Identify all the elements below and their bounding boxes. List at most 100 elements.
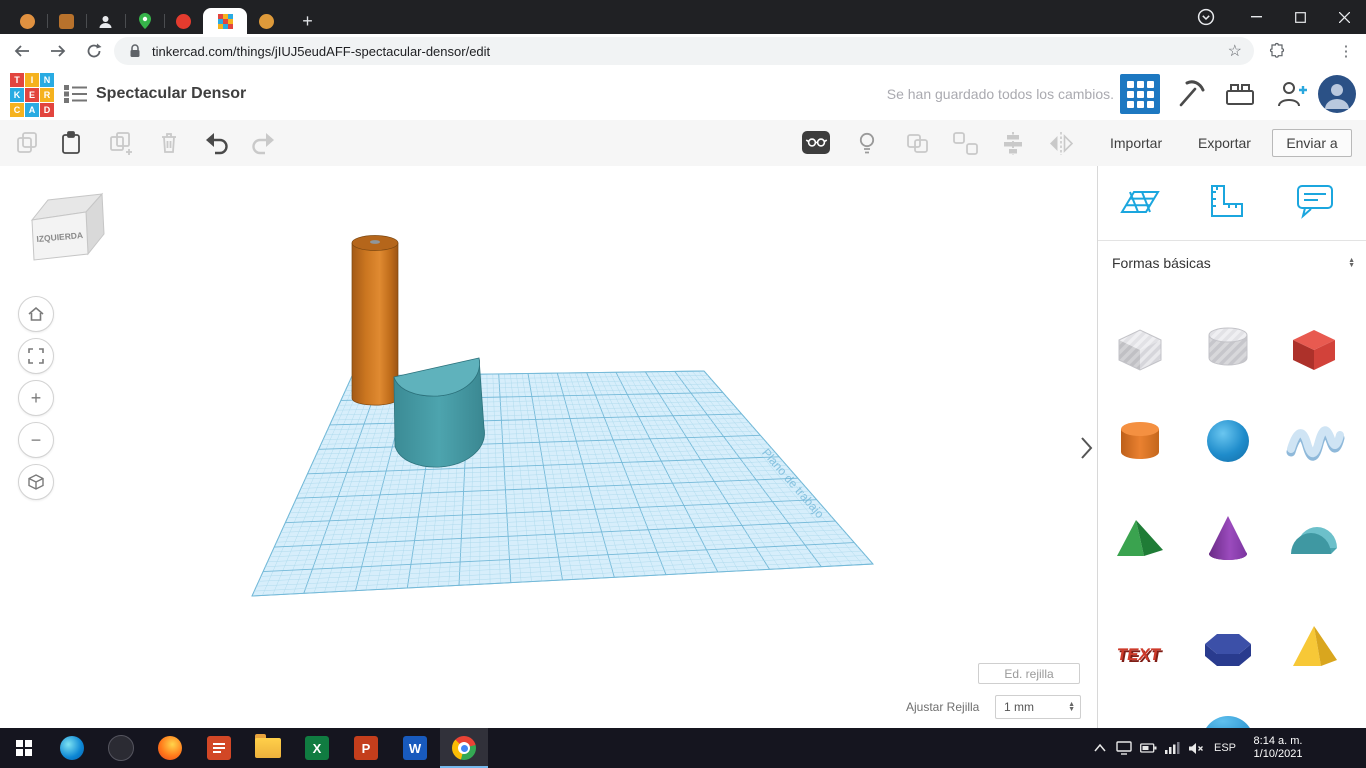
shape-half-cylinder-teal-3d[interactable] [393,357,485,468]
address-bar[interactable]: tinkercad.com/things/jIUJ5eudAFF-spectac… [114,37,1254,65]
bookmark-star-icon[interactable]: ☆ [1228,41,1242,61]
forward-button[interactable] [44,37,72,65]
viewport-3d[interactable]: Plano de trabajo IZQUIERDA + − Ed. rejil… [0,166,1097,728]
logo-letter: C [10,103,24,117]
taskbar-app-dark[interactable] [97,728,145,768]
taskbar-app-file-explorer[interactable] [244,728,292,768]
browser-tab[interactable] [8,8,47,34]
shape-scribble[interactable] [1281,408,1347,474]
shape-box-red[interactable] [1281,314,1347,380]
shape-polygon-navy[interactable] [1195,616,1261,682]
browser-tab[interactable] [47,8,86,34]
browser-tab-active[interactable] [203,8,247,34]
blocks-view-button[interactable] [1120,74,1160,114]
view-cube[interactable]: IZQUIERDA [26,190,112,272]
tray-expand-icon[interactable] [1088,728,1112,768]
shape-half-sphere-blue[interactable] [1195,706,1261,728]
account-avatar[interactable] [1318,75,1356,113]
shape-category-dropdown[interactable]: Formas básicas ▲ ▼ [1098,240,1366,285]
align-icon[interactable] [998,128,1028,158]
shape-cylinder-orange[interactable] [1107,408,1173,474]
shape-pyramid-yellow[interactable] [1281,616,1347,682]
snap-grid-value: 1 mm [1004,700,1034,714]
tray-volume-muted-icon[interactable] [1184,728,1208,768]
refresh-button[interactable] [80,37,108,65]
start-button[interactable] [0,728,48,768]
shape-round-roof-teal[interactable] [1281,506,1347,572]
taskbar-app-excel[interactable]: X [293,728,341,768]
taskbar-app-firefox[interactable] [146,728,194,768]
brick-icon[interactable] [1224,80,1256,108]
tray-network-icon[interactable] [1160,728,1184,768]
maximize-button[interactable] [1278,0,1322,34]
zoom-in-button[interactable]: + [18,380,54,416]
minimize-button[interactable] [1234,0,1278,34]
redo-icon[interactable] [248,128,278,158]
taskbar-app-chrome-active[interactable] [440,728,488,768]
logo-letter: D [40,103,54,117]
tray-display-icon[interactable] [1112,728,1136,768]
shape-text-red[interactable]: TEXT TEXT [1107,616,1173,682]
duplicate-icon[interactable] [106,128,136,158]
firefox-icon [158,736,182,760]
paste-icon[interactable] [56,128,86,158]
shape-roof-green[interactable] [1107,506,1173,572]
mirror-icon[interactable] [1046,128,1076,158]
delete-trash-icon[interactable] [154,128,184,158]
taskbar-app-edge[interactable] [48,728,96,768]
ruler-tool-icon[interactable] [1204,180,1250,222]
shape-cone-purple[interactable] [1195,506,1261,572]
text-shape-glyph: TEXT [1115,644,1162,664]
shape-cylinder-striped[interactable] [1195,314,1261,380]
tray-battery-icon[interactable] [1136,728,1160,768]
ungroup-icon[interactable] [950,128,980,158]
minecraft-pickaxe-icon[interactable] [1174,78,1206,110]
dropdown-spinner-icon: ▲ ▼ [1348,257,1355,269]
workplane-tool-icon[interactable] [1116,180,1162,222]
grid-icon [1126,80,1154,108]
close-button[interactable] [1322,0,1366,34]
logo-letter: E [25,88,39,102]
browser-menu-kebab-icon[interactable]: ⋮ [1332,37,1360,65]
logo-letter: K [10,88,24,102]
browser-tab[interactable] [247,8,286,34]
group-icon[interactable] [902,128,932,158]
logo-letter: N [40,73,54,87]
lightbulb-icon[interactable] [852,128,882,158]
home-view-button[interactable] [18,296,54,332]
tab-favicon-red [176,13,191,29]
extensions-puzzle-icon[interactable] [1262,37,1290,65]
tray-language[interactable]: ESP [1208,728,1242,768]
perspective-toggle-button[interactable] [18,464,54,500]
copy-icon[interactable] [12,128,42,158]
chrome-icon [452,736,476,760]
browser-tab[interactable] [125,8,164,34]
tinkercad-logo[interactable]: T I N K E R C A D [10,73,54,117]
collapse-panel-chevron-icon[interactable] [1078,434,1094,462]
tab-search-icon[interactable] [1186,0,1226,34]
browser-tab[interactable] [164,8,203,34]
zoom-out-button[interactable]: − [18,422,54,458]
snap-grid-select[interactable]: 1 mm ▲ ▼ [995,695,1081,719]
shape-cylinder-orange-3d[interactable] [351,235,399,406]
new-tab-button[interactable]: + [288,8,327,34]
logo-letter: T [10,73,24,87]
design-menu-icon[interactable] [64,84,88,104]
shape-sphere-blue[interactable] [1195,408,1261,474]
export-button[interactable]: Exportar [1188,129,1261,157]
back-button[interactable] [8,37,36,65]
taskbar-app-powerpoint[interactable]: P [342,728,390,768]
comments-visibility-toggle[interactable] [800,128,830,158]
import-button[interactable]: Importar [1100,129,1172,157]
invite-person-icon[interactable] [1276,78,1310,110]
edit-grid-button[interactable]: Ed. rejilla [978,663,1080,684]
taskbar-app-orange-square[interactable] [195,728,243,768]
shape-box-striped[interactable] [1107,314,1173,380]
notes-tool-icon[interactable] [1292,180,1338,222]
undo-icon[interactable] [202,128,232,158]
taskbar-app-word[interactable]: W [391,728,439,768]
browser-tab[interactable] [86,8,125,34]
send-to-button[interactable]: Enviar a [1272,129,1352,157]
tray-clock[interactable]: 8:14 a. m. 1/10/2021 [1244,728,1312,768]
fit-view-button[interactable] [18,338,54,374]
